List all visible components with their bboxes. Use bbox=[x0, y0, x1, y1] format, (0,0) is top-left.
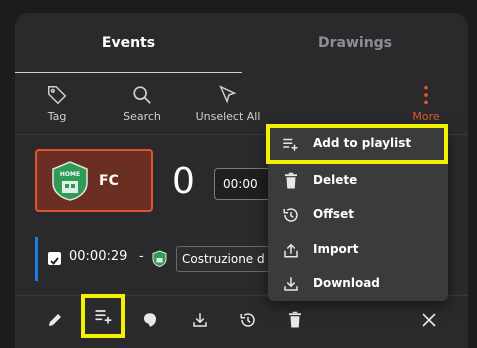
tab-events[interactable]: Events bbox=[15, 13, 242, 73]
tag-icon bbox=[48, 86, 67, 105]
team-name: FC bbox=[99, 173, 119, 189]
score: 0 bbox=[172, 161, 195, 202]
download-bottom-button[interactable] bbox=[182, 302, 218, 338]
more-menu: Add to playlist Delete Offset Import Dow… bbox=[266, 124, 448, 301]
event-dash: - bbox=[139, 249, 144, 264]
tab-drawings[interactable]: Drawings bbox=[242, 13, 468, 73]
match-time-field[interactable]: 00:00 bbox=[214, 168, 274, 200]
event-time: 00:00:29 bbox=[69, 249, 128, 264]
home-team-card[interactable]: HOME FC bbox=[35, 149, 153, 212]
edit-button[interactable] bbox=[37, 302, 73, 338]
menu-item-label: Delete bbox=[313, 173, 358, 187]
playlist-add-icon bbox=[95, 310, 112, 324]
event-accent-bar bbox=[35, 237, 38, 281]
add-to-playlist-bottom-button[interactable] bbox=[81, 294, 125, 338]
cursor-icon bbox=[219, 85, 237, 104]
search-icon bbox=[133, 86, 151, 104]
menu-item-import[interactable]: Import bbox=[268, 233, 448, 267]
tag-event-button[interactable] bbox=[132, 302, 168, 338]
menu-item-download[interactable]: Download bbox=[268, 267, 448, 301]
tab-underline bbox=[15, 72, 242, 73]
tag-badge-icon bbox=[144, 313, 156, 327]
team-badge-text: HOME bbox=[60, 171, 80, 178]
more-vertical-icon bbox=[424, 85, 428, 105]
team-shield-icon: HOME bbox=[52, 161, 88, 201]
delete-bottom-button[interactable] bbox=[277, 302, 313, 338]
event-checkbox[interactable] bbox=[48, 252, 61, 265]
trash-icon bbox=[285, 172, 297, 189]
more-button[interactable]: More bbox=[386, 78, 466, 123]
menu-item-offset[interactable]: Offset bbox=[268, 198, 448, 232]
playlist-add-icon bbox=[283, 138, 298, 151]
trash-icon bbox=[289, 311, 301, 328]
download-icon bbox=[284, 277, 298, 291]
close-button[interactable] bbox=[411, 302, 447, 338]
pencil-icon bbox=[49, 314, 61, 326]
bottom-action-bar bbox=[15, 294, 468, 348]
history-icon bbox=[283, 208, 298, 222]
history-icon bbox=[240, 313, 255, 327]
unselect-all-label: Unselect All bbox=[195, 110, 261, 123]
menu-item-delete[interactable]: Delete bbox=[268, 164, 448, 198]
menu-item-label: Add to playlist bbox=[313, 136, 412, 150]
close-icon bbox=[422, 313, 436, 327]
tag-label: Tag bbox=[47, 110, 67, 123]
menu-item-add-to-playlist[interactable]: Add to playlist bbox=[266, 124, 448, 164]
menu-item-label: Download bbox=[313, 276, 380, 290]
team-shield-small-icon bbox=[152, 250, 167, 267]
offset-bottom-button[interactable] bbox=[230, 302, 266, 338]
tag-button[interactable]: Tag bbox=[17, 78, 97, 123]
unselect-all-button[interactable]: Unselect All bbox=[187, 78, 269, 123]
more-label: More bbox=[412, 110, 440, 123]
import-icon bbox=[284, 243, 298, 258]
search-button[interactable]: Search bbox=[102, 78, 182, 123]
menu-item-label: Offset bbox=[313, 207, 354, 221]
check-icon bbox=[50, 257, 59, 265]
search-label: Search bbox=[123, 110, 161, 123]
menu-item-label: Import bbox=[313, 242, 359, 256]
download-icon bbox=[193, 313, 207, 327]
